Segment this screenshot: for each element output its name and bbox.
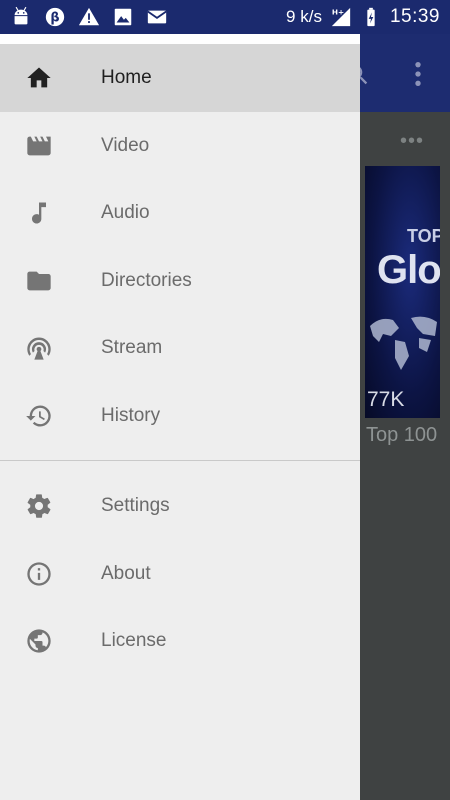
nav-item-directories[interactable]: Directories bbox=[0, 247, 360, 315]
warning-icon bbox=[78, 6, 100, 28]
clock: 15:39 bbox=[389, 6, 440, 27]
nav-item-video[interactable]: Video bbox=[0, 112, 360, 180]
signal-icon: H+ bbox=[330, 6, 352, 28]
thumbnail-text-main: Glo bbox=[377, 248, 440, 292]
folder-icon bbox=[24, 266, 54, 296]
drawer-primary-section: Home Video Audio Directories Stream Hist… bbox=[0, 44, 360, 460]
image-icon bbox=[112, 6, 134, 28]
nav-item-label: Video bbox=[101, 134, 150, 156]
video-icon bbox=[24, 131, 54, 161]
android-icon bbox=[10, 6, 32, 28]
nav-item-home[interactable]: Home bbox=[0, 44, 360, 112]
svg-text:H+: H+ bbox=[332, 7, 344, 16]
svg-text:β: β bbox=[50, 11, 59, 26]
history-icon bbox=[24, 401, 54, 431]
nav-item-label: Audio bbox=[101, 202, 150, 224]
nav-item-audio[interactable]: Audio bbox=[0, 180, 360, 248]
stream-icon bbox=[24, 333, 54, 363]
nav-item-label: License bbox=[101, 630, 167, 652]
view-count: 77K bbox=[367, 388, 405, 411]
nav-item-label: History bbox=[101, 404, 161, 426]
world-map-icon bbox=[365, 306, 440, 381]
status-bar: β 9 k/s H+ 15:39 bbox=[0, 0, 450, 34]
navigation-drawer: Home Video Audio Directories Stream Hist… bbox=[0, 34, 360, 800]
nav-item-stream[interactable]: Stream bbox=[0, 315, 360, 383]
thumbnail-text-top: TOP bbox=[407, 226, 440, 246]
data-saver-icon: β bbox=[44, 6, 66, 28]
video-thumbnail[interactable]: TOP Glo 77K bbox=[365, 166, 440, 418]
nav-item-label: Stream bbox=[101, 337, 163, 359]
nav-item-about[interactable]: About bbox=[0, 540, 360, 608]
info-icon bbox=[24, 559, 54, 589]
nav-item-label: Settings bbox=[101, 495, 170, 517]
more-dots-icon[interactable]: ••• bbox=[400, 130, 424, 153]
video-caption: Top 100 bbox=[366, 424, 438, 446]
nav-item-label: Home bbox=[101, 67, 152, 88]
nav-item-history[interactable]: History bbox=[0, 382, 360, 450]
network-speed: 9 k/s bbox=[286, 7, 322, 26]
battery-charging-icon bbox=[360, 6, 382, 28]
nav-item-license[interactable]: License bbox=[0, 608, 360, 676]
overflow-menu-icon[interactable] bbox=[410, 60, 426, 88]
nav-item-label: About bbox=[101, 562, 151, 584]
mail-icon bbox=[146, 6, 168, 28]
drawer-header bbox=[0, 34, 360, 44]
home-icon bbox=[24, 63, 54, 93]
nav-item-label: Directories bbox=[101, 269, 192, 291]
globe-icon bbox=[24, 626, 54, 656]
music-note-icon bbox=[24, 198, 54, 228]
gear-icon bbox=[24, 491, 54, 521]
drawer-secondary-section: Settings About License bbox=[0, 461, 360, 676]
nav-item-settings[interactable]: Settings bbox=[0, 473, 360, 541]
